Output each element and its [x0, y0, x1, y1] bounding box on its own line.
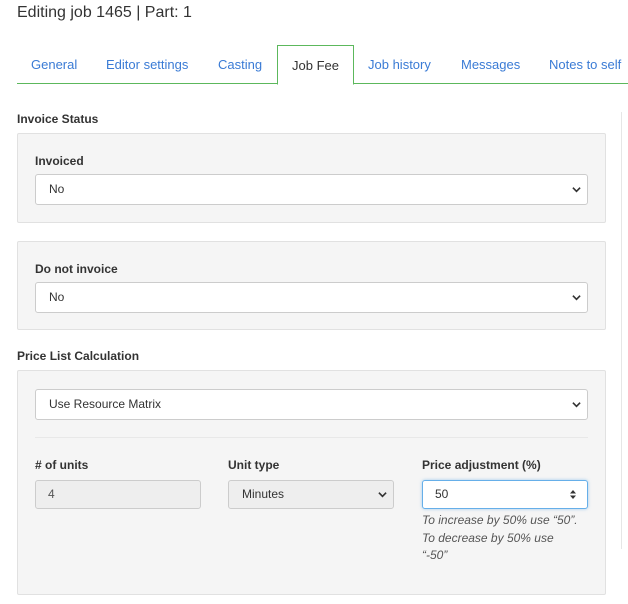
unit-type-value: Minutes — [242, 487, 285, 501]
chevron-down-icon — [378, 492, 387, 498]
tab-notes-to-self[interactable]: Notes to self — [549, 45, 621, 84]
spinner-icon[interactable] — [569, 489, 577, 500]
unit-type-label: Unit type — [228, 458, 280, 472]
tab-casting[interactable]: Casting — [218, 45, 262, 84]
unit-type-select[interactable]: Minutes — [228, 480, 394, 509]
tab-job-fee[interactable]: Job Fee — [277, 45, 354, 85]
price-adjustment-help-2: To decrease by 50% use — [422, 531, 554, 545]
tab-general[interactable]: General — [31, 45, 77, 84]
calculation-method-value: Use Resource Matrix — [49, 397, 162, 411]
invoiced-panel: Invoiced No — [17, 133, 606, 223]
invoiced-select-value: No — [49, 182, 65, 196]
tab-bar: General Editor settings Casting Job Fee … — [17, 45, 628, 85]
do-not-invoice-select[interactable]: No — [35, 282, 588, 313]
price-adjustment-help-3: “-50” — [422, 548, 448, 562]
price-adjustment-input[interactable]: 50 — [422, 480, 588, 509]
chevron-down-icon — [572, 402, 581, 408]
calculation-method-select[interactable]: Use Resource Matrix — [35, 389, 588, 420]
price-adjustment-value: 50 — [435, 487, 449, 501]
price-list-heading: Price List Calculation — [17, 349, 140, 363]
invoiced-label: Invoiced — [35, 154, 84, 168]
price-adjustment-label: Price adjustment (%) — [422, 458, 541, 472]
chevron-down-icon — [572, 187, 581, 193]
price-list-panel: Use Resource Matrix # of units 4 Unit ty… — [17, 370, 606, 595]
invoiced-select[interactable]: No — [35, 174, 588, 205]
invoice-status-heading: Invoice Status — [17, 112, 99, 126]
page-title: Editing job 1465 | Part: 1 — [17, 4, 192, 21]
do-not-invoice-select-value: No — [49, 290, 65, 304]
tab-job-history[interactable]: Job history — [368, 45, 431, 84]
units-label: # of units — [35, 458, 89, 472]
tab-messages[interactable]: Messages — [461, 45, 520, 84]
do-not-invoice-label: Do not invoice — [35, 262, 118, 276]
section-divider — [35, 437, 588, 438]
price-adjustment-help-1: To increase by 50% use “50”. — [422, 513, 578, 527]
units-input[interactable]: 4 — [35, 480, 201, 509]
chevron-down-icon — [572, 295, 581, 301]
units-value: 4 — [48, 487, 55, 501]
do-not-invoice-panel: Do not invoice No — [17, 241, 606, 330]
tab-editor-settings[interactable]: Editor settings — [106, 45, 188, 84]
content-divider — [621, 112, 622, 549]
